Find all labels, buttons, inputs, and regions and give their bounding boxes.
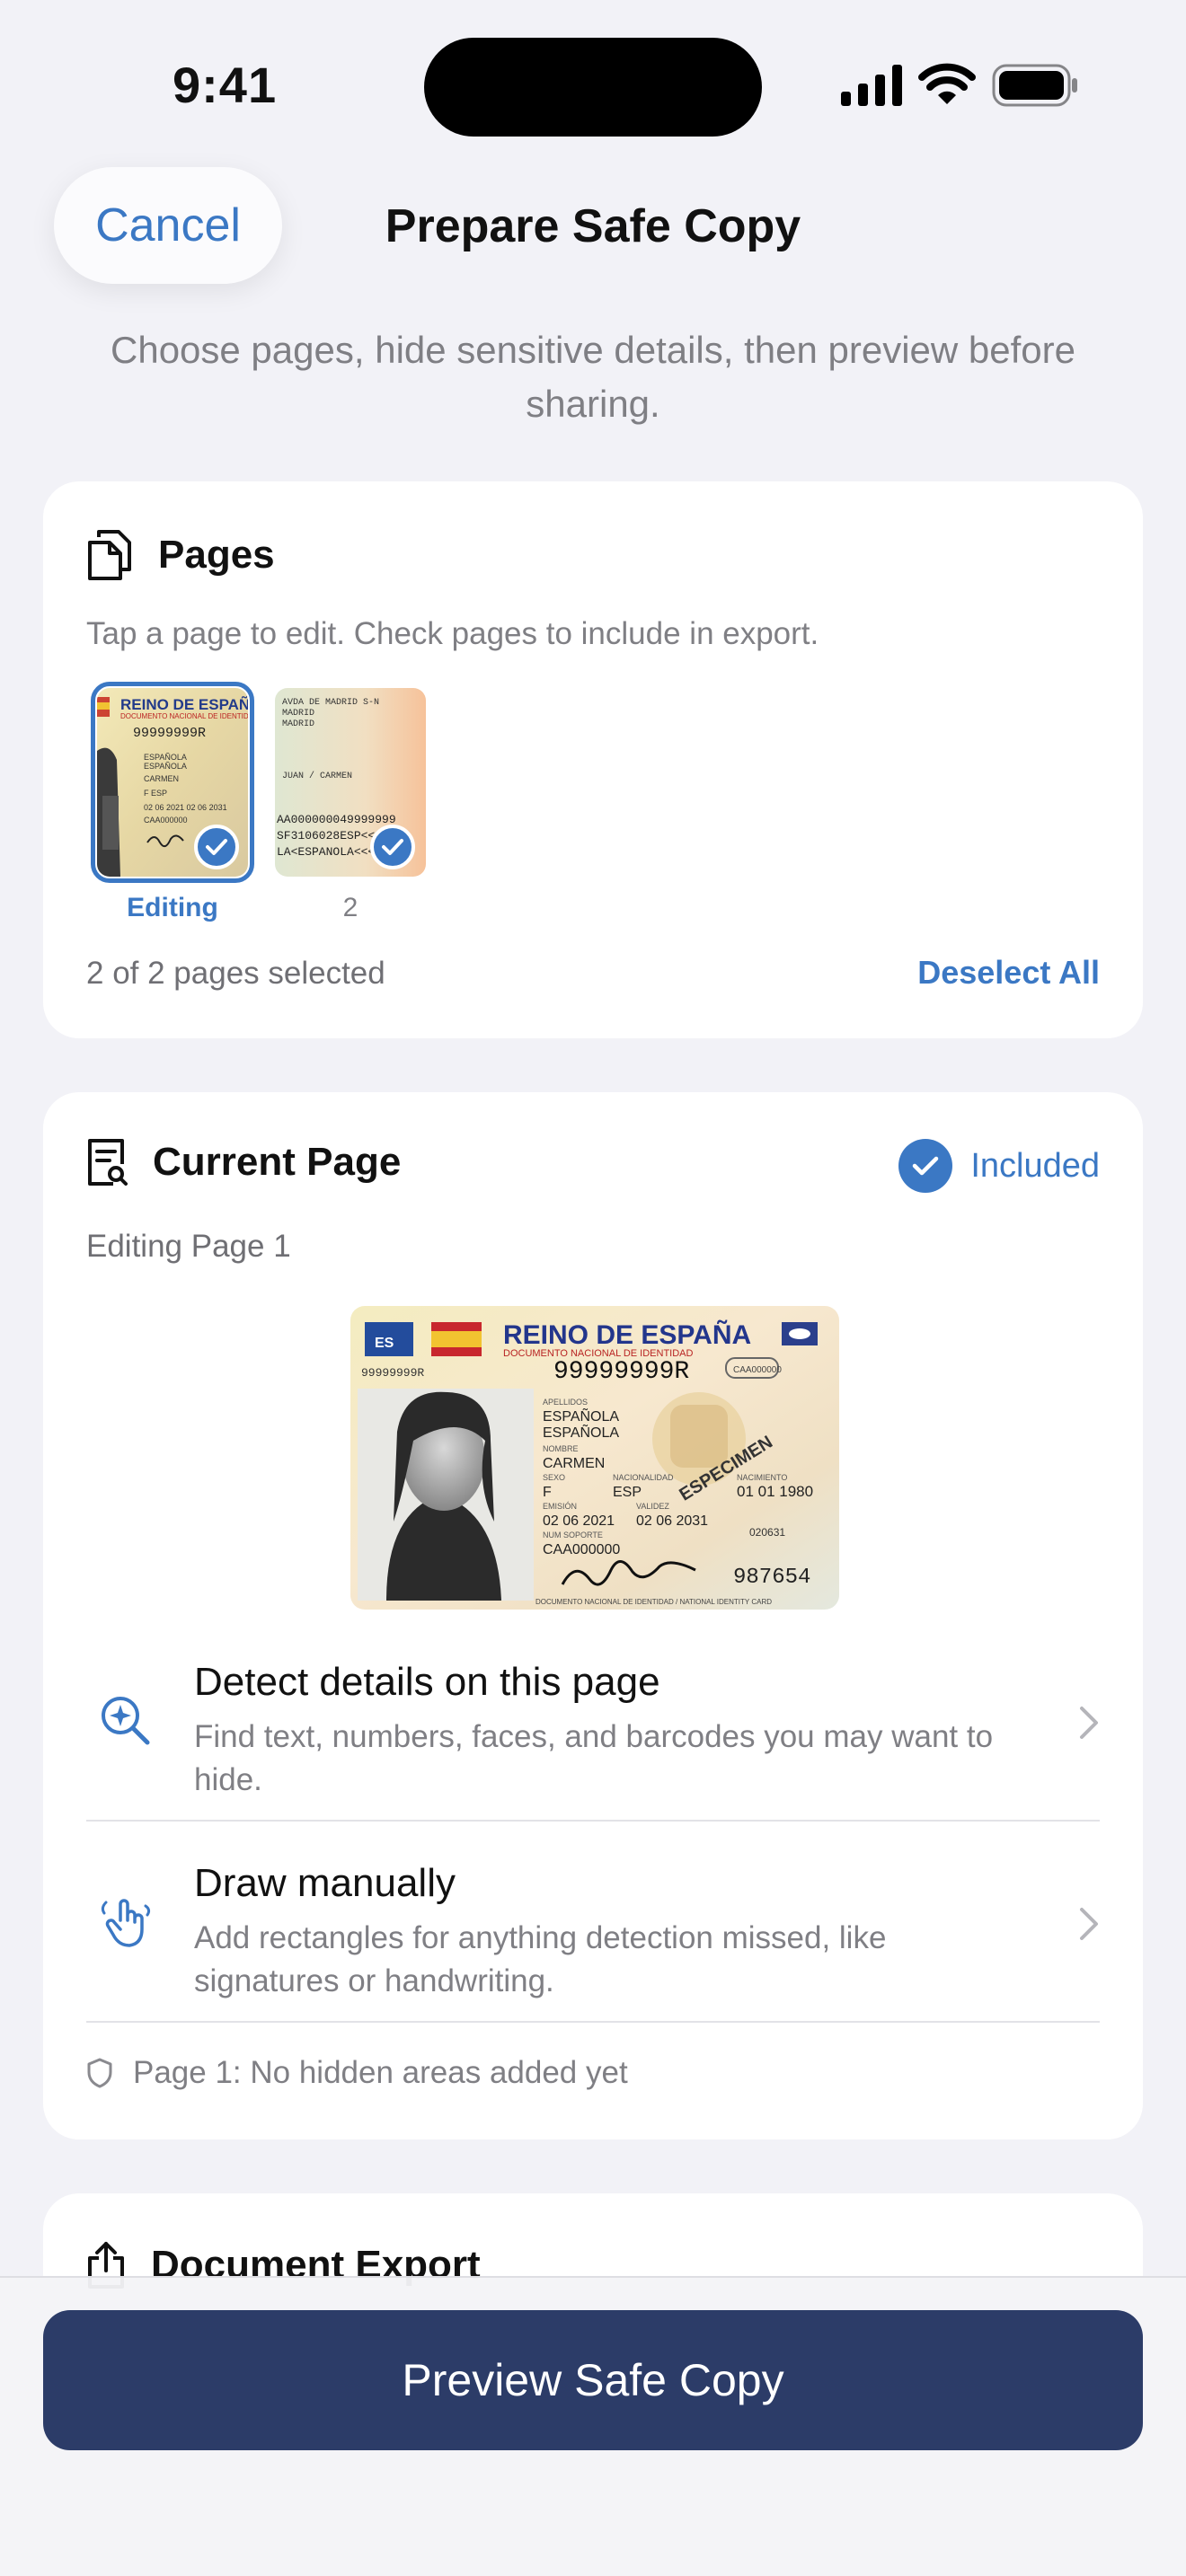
hidden-areas-status: Page 1: No hidden areas added yet	[86, 2055, 628, 2091]
document-search-icon	[88, 1139, 128, 1186]
current-page-card: Current Page Included Editing Page 1 ES	[43, 1092, 1143, 2139]
chevron-right-icon	[1080, 1908, 1098, 1940]
page-title: Prepare Safe Copy	[385, 200, 801, 252]
id-footer: DOCUMENTO NACIONAL DE IDENTIDAD / NATION…	[535, 1598, 772, 1606]
wifi-icon	[918, 63, 976, 104]
editing-page-label: Editing Page 1	[86, 1229, 291, 1264]
hand-draw-icon	[101, 1899, 151, 1947]
page-preview-image[interactable]: ES REINO DE ESPAÑA DOCUMENTO NACIONAL DE…	[350, 1306, 839, 1610]
hidden-areas-text: Page 1: No hidden areas added yet	[133, 2055, 628, 2090]
svg-text:EMISIÓN: EMISIÓN	[543, 1502, 577, 1511]
sparkle-search-icon	[102, 1697, 150, 1745]
page-2-checkbox[interactable]	[370, 825, 415, 869]
id-surname-1: ESPAÑOLA	[543, 1407, 619, 1425]
page-1-checkbox[interactable]	[194, 825, 239, 869]
draw-title: Draw manually	[194, 1861, 456, 1905]
status-bar: 9:41	[0, 0, 1186, 162]
draw-manually-row[interactable]: Draw manually Add rectangles for anythin…	[86, 1843, 1100, 2042]
divider	[86, 2021, 1100, 2023]
svg-text:APELLIDOS: APELLIDOS	[543, 1398, 588, 1407]
included-check-icon	[898, 1139, 953, 1193]
detect-details-row[interactable]: Detect details on this page Find text, n…	[86, 1642, 1100, 1841]
page-1-label: Editing	[127, 893, 218, 922]
page-thumbnail-1[interactable]: REINO DE ESPAÑA DOCUMENTO NACIONAL DE ID…	[91, 682, 254, 883]
id-number: 987654	[733, 1566, 810, 1590]
id-sex: F	[543, 1485, 552, 1500]
status-time: 9:41	[173, 57, 278, 113]
svg-text:F ESP: F ESP	[144, 789, 167, 798]
pages-title: Pages	[158, 533, 275, 577]
page-subtitle: Choose pages, hide sensitive details, th…	[111, 329, 1075, 425]
svg-text:JUAN / CARMEN: JUAN / CARMEN	[282, 771, 352, 781]
checkmark-icon	[206, 839, 227, 855]
svg-text:SF3106028ESP<<<: SF3106028ESP<<<	[277, 829, 382, 842]
detect-description: Find text, numbers, faces, and barcodes …	[194, 1719, 994, 1797]
svg-text:LA<ESPANOLA<<<: LA<ESPANOLA<<<	[277, 845, 375, 859]
id-birth: 01 01 1980	[737, 1483, 813, 1500]
svg-text:SEXO: SEXO	[543, 1473, 565, 1482]
svg-text:NOMBRE: NOMBRE	[543, 1444, 579, 1453]
id-dni-small: 99999999R	[361, 1366, 424, 1380]
svg-text:020631: 020631	[749, 1526, 785, 1539]
selection-count: 2 of 2 pages selected	[86, 956, 385, 991]
preview-safe-copy-button[interactable]: Preview Safe Copy	[43, 2310, 1143, 2450]
svg-text:99999999R: 99999999R	[133, 726, 206, 741]
id-surname-2: ESPAÑOLA	[543, 1423, 619, 1441]
deselect-all-button[interactable]: Deselect All	[917, 954, 1100, 992]
svg-text:NUM SOPORTE: NUM SOPORTE	[543, 1531, 603, 1539]
checkmark-icon	[382, 839, 403, 855]
id-expiry: 02 06 2031	[636, 1513, 708, 1529]
svg-text:MADRID: MADRID	[282, 709, 314, 719]
id-country-code: ES	[375, 1336, 394, 1351]
page-thumbnail-2[interactable]: AVDA DE MADRID S-N MADRID MADRID JUAN / …	[275, 688, 426, 877]
current-page-title: Current Page	[153, 1140, 402, 1184]
svg-text:MADRID: MADRID	[282, 719, 314, 729]
included-label: Included	[970, 1146, 1100, 1185]
svg-text:NACIONALIDAD: NACIONALIDAD	[613, 1473, 674, 1482]
page-2-label: 2	[342, 893, 358, 922]
dynamic-island	[424, 38, 762, 137]
id-support: CAA000000	[543, 1542, 620, 1557]
included-toggle[interactable]: Included	[898, 1139, 1100, 1193]
id-card-image: ES REINO DE ESPAÑA DOCUMENTO NACIONAL DE…	[350, 1306, 839, 1610]
svg-text:ESPAÑOLA: ESPAÑOLA	[144, 762, 187, 771]
svg-text:ESPAÑOLA: ESPAÑOLA	[144, 753, 187, 762]
svg-text:CAA000000: CAA000000	[144, 816, 188, 825]
cellular-signal-icon	[841, 65, 902, 106]
svg-text:02 06 2021 02 06 2031: 02 06 2021 02 06 2031	[144, 803, 227, 812]
id-country: REINO DE ESPAÑA	[503, 1319, 751, 1350]
documents-icon	[88, 530, 131, 580]
id-issue: 02 06 2021	[543, 1513, 615, 1529]
shield-icon	[87, 2058, 112, 2088]
svg-text:NACIMIENTO: NACIMIENTO	[737, 1473, 787, 1482]
current-page-header: Current Page	[86, 1137, 401, 1187]
battery-icon	[992, 64, 1077, 107]
id-nationality: ESP	[613, 1485, 642, 1500]
svg-text:CARMEN: CARMEN	[144, 774, 179, 783]
pages-hint: Tap a page to edit. Check pages to inclu…	[86, 616, 819, 651]
svg-text:DOCUMENTO NACIONAL DE IDENTIDA: DOCUMENTO NACIONAL DE IDENTIDAD	[120, 712, 248, 720]
pages-header: Pages	[86, 528, 275, 582]
svg-text:AA000000049999999: AA000000049999999	[277, 813, 396, 826]
id-name: CARMEN	[543, 1456, 605, 1471]
detect-title: Detect details on this page	[194, 1660, 660, 1704]
chevron-right-icon	[1080, 1707, 1098, 1739]
svg-text:VALIDEZ: VALIDEZ	[636, 1502, 669, 1511]
divider	[86, 1820, 1100, 1822]
draw-description: Add rectangles for anything detection mi…	[194, 1920, 887, 1998]
id-dni: 99999999R	[553, 1358, 689, 1386]
svg-text:AVDA DE MADRID S-N: AVDA DE MADRID S-N	[282, 698, 379, 708]
svg-text:REINO DE ESPAÑA: REINO DE ESPAÑA	[120, 695, 248, 713]
pages-card: Pages Tap a page to edit. Check pages to…	[43, 481, 1143, 1038]
id-support-badge: CAA000000	[733, 1365, 782, 1375]
